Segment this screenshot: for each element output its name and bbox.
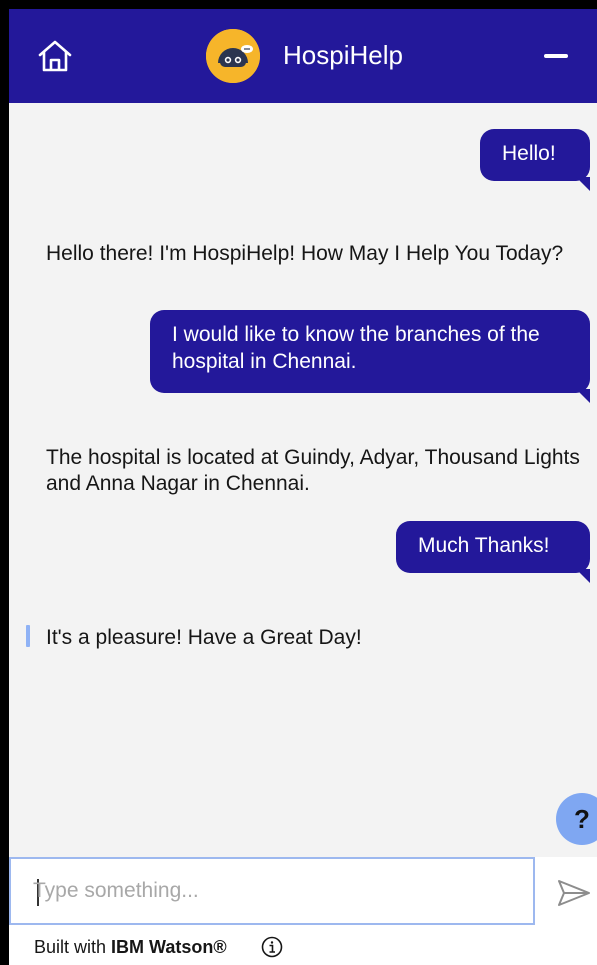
info-icon[interactable] xyxy=(261,936,283,958)
home-icon[interactable] xyxy=(35,36,75,76)
chat-title: HospiHelp xyxy=(283,40,403,70)
footer: Built with IBM Watson® xyxy=(9,927,597,965)
footer-text: Built with IBM Watson® xyxy=(34,937,227,958)
bubble-tail xyxy=(576,569,590,583)
focus-indicator xyxy=(26,625,30,647)
footer-brand: IBM Watson® xyxy=(111,937,227,957)
bot-message: The hospital is located at Guindy, Adyar… xyxy=(46,446,580,495)
chat-header: HospiHelp xyxy=(9,9,597,103)
composer xyxy=(9,857,597,927)
bot-message: It's a pleasure! Have a Great Day! xyxy=(46,626,362,649)
bubble-tail xyxy=(576,177,590,191)
chat-widget: HospiHelp Hello! Hello there! I'm HospiH… xyxy=(9,9,597,965)
message-input[interactable] xyxy=(33,859,513,923)
user-message: Hello! xyxy=(480,129,590,191)
footer-prefix: Built with xyxy=(34,937,107,957)
user-message-text: Hello! xyxy=(502,142,556,165)
send-icon[interactable] xyxy=(557,879,591,907)
message-input-box[interactable] xyxy=(9,857,535,925)
bot-message: Hello there! I'm HospiHelp! How May I He… xyxy=(46,242,564,265)
bubble-tail xyxy=(576,389,590,403)
user-message: I would like to know the branches of the… xyxy=(150,310,590,403)
minimize-icon[interactable] xyxy=(544,54,568,58)
user-message-text: Much Thanks! xyxy=(418,534,550,557)
message-list: Hello! Hello there! I'm HospiHelp! How M… xyxy=(9,103,597,857)
user-message-text: I would like to know the branches of the… xyxy=(172,323,540,373)
user-message: Much Thanks! xyxy=(396,521,590,583)
robot-logo-icon xyxy=(206,29,260,83)
